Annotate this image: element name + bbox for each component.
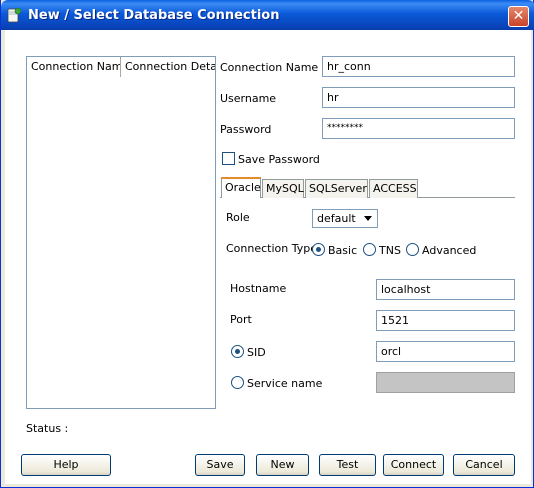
cancel-button[interactable]: Cancel [453,454,515,476]
sid-radio[interactable] [231,345,244,358]
password-label: Password [220,123,272,136]
save-password-label: Save Password [238,153,320,166]
port-input[interactable]: 1521 [376,310,515,331]
service-name-radio[interactable] [231,376,244,389]
connection-type-label: Connection Type [226,242,318,255]
connections-table[interactable]: Connection Name Connection Details [26,56,216,409]
save-password-checkbox[interactable] [222,152,235,165]
hostname-label: Hostname [230,282,287,295]
service-name-input [376,372,515,393]
close-button[interactable]: ✕ [508,6,529,27]
port-label: Port [230,313,252,326]
help-button[interactable]: Help [21,454,111,476]
connection-type-basic-label: Basic [328,244,358,257]
hostname-input[interactable]: localhost [376,279,515,300]
connection-type-tns-radio[interactable] [363,243,376,256]
connection-name-label: Connection Name [220,61,319,74]
connect-button[interactable]: Connect [383,454,444,476]
tab-sqlserver[interactable]: SQLServer [305,179,368,198]
dialog-window: New / Select Database Connection ✕ Conne… [0,0,534,488]
connection-type-tns-label: TNS [379,244,401,257]
connections-table-header: Connection Name Connection Details [27,57,215,77]
tab-oracle[interactable]: Oracle [221,177,261,198]
sid-label: SID [247,346,266,359]
connection-type-advanced-radio[interactable] [406,243,419,256]
connection-name-input[interactable]: hr_conn [322,56,515,77]
username-label: Username [220,92,277,105]
status-label: Status : [26,422,69,435]
column-header-connection-details[interactable]: Connection Details [121,57,215,77]
connection-type-advanced-label: Advanced [422,244,477,257]
service-name-label: Service name [247,377,323,390]
role-label: Role [226,211,250,224]
chevron-down-icon [364,216,372,221]
database-icon [7,7,21,23]
tab-mysql[interactable]: MySQL [262,179,304,198]
title-bar[interactable]: New / Select Database Connection ✕ [1,0,534,30]
save-button[interactable]: Save [195,454,245,476]
sid-input[interactable]: orcl [376,341,515,362]
new-button[interactable]: New [256,454,309,476]
role-select[interactable]: default [312,209,378,228]
close-icon: ✕ [512,8,525,24]
password-input[interactable]: ******** [322,118,515,139]
column-header-connection-name[interactable]: Connection Name [27,57,121,77]
username-input[interactable]: hr [322,87,515,108]
tab-access[interactable]: ACCESS [369,179,418,198]
test-button[interactable]: Test [319,454,376,476]
role-select-value: default [317,212,356,225]
dialog-content: Connection Name Connection Details Conne… [5,30,531,484]
window-title: New / Select Database Connection [28,8,280,23]
connection-type-basic-radio[interactable] [312,243,325,256]
